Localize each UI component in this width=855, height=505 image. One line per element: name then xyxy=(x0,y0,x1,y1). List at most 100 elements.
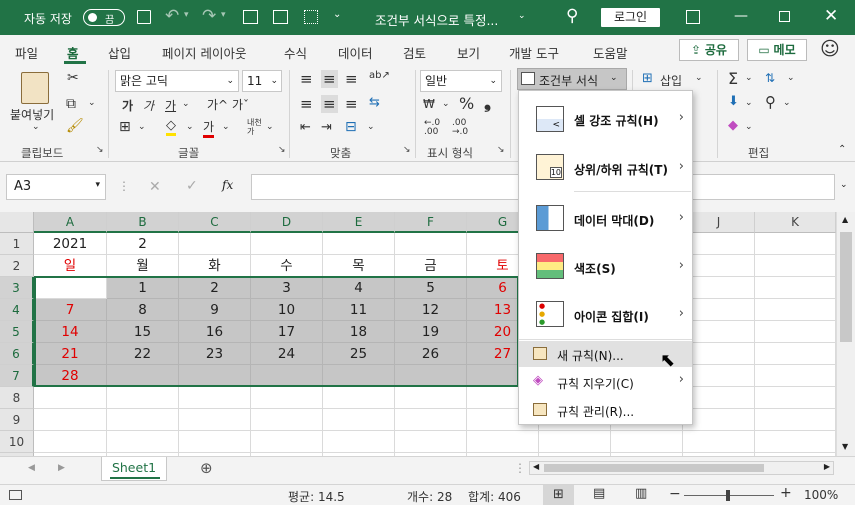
insert-label[interactable]: 삽입 xyxy=(660,72,682,89)
cell[interactable] xyxy=(107,431,179,453)
cell[interactable] xyxy=(179,409,251,431)
cell[interactable] xyxy=(683,277,755,299)
tab-developer[interactable]: 개발 도구 xyxy=(509,43,559,62)
cell[interactable]: 15 xyxy=(107,321,179,343)
tab-insert[interactable]: 삽입 xyxy=(108,43,131,62)
font-name-select[interactable]: 맑은 고딕 ⌄ xyxy=(115,70,239,92)
macro-record-icon[interactable] xyxy=(9,490,22,500)
page-break-view-icon[interactable]: ▥ xyxy=(635,486,647,501)
cell[interactable]: 9 xyxy=(179,299,251,321)
cell[interactable]: 11 xyxy=(323,299,395,321)
row-header-10[interactable]: 10 xyxy=(0,431,34,453)
cell[interactable] xyxy=(179,233,251,255)
cell[interactable] xyxy=(251,387,323,409)
cell[interactable] xyxy=(755,409,836,431)
menu-item-clear-rules[interactable]: ◈ 규칙 지우기(C) › xyxy=(519,369,692,395)
tab-view[interactable]: 보기 xyxy=(457,43,480,62)
cell[interactable]: 2021 xyxy=(34,233,107,255)
cell[interactable] xyxy=(683,299,755,321)
cell[interactable]: 18 xyxy=(323,321,395,343)
cell[interactable] xyxy=(683,387,755,409)
cell[interactable]: 28 xyxy=(34,365,107,387)
cell[interactable] xyxy=(323,387,395,409)
cell[interactable] xyxy=(395,431,467,453)
cell[interactable]: 금 xyxy=(395,255,467,277)
cell[interactable]: 23 xyxy=(179,343,251,365)
insert-cells-icon[interactable]: ⊞ xyxy=(642,71,653,86)
cell[interactable] xyxy=(323,431,395,453)
find-dropdown-icon[interactable]: ⌄ xyxy=(783,98,791,108)
cell[interactable] xyxy=(755,343,836,365)
zoom-slider[interactable] xyxy=(684,490,774,501)
cell[interactable]: 2 xyxy=(107,233,179,255)
align-left-icon[interactable]: ≡ xyxy=(300,95,313,113)
row-header-2[interactable]: 2 xyxy=(0,255,34,277)
cell[interactable] xyxy=(323,365,395,387)
cell[interactable] xyxy=(179,431,251,453)
align-bottom-icon[interactable]: ≡ xyxy=(345,70,358,88)
wrap-text-icon[interactable]: ⇆ xyxy=(369,95,380,110)
merge-dropdown-icon[interactable]: ⌄ xyxy=(367,122,375,132)
row-header-7[interactable]: 7 xyxy=(0,365,34,387)
cell[interactable] xyxy=(755,387,836,409)
cell[interactable]: 5 xyxy=(395,277,467,299)
sort-dropdown-icon[interactable]: ⌄ xyxy=(787,73,795,83)
cell[interactable] xyxy=(251,409,323,431)
cell[interactable] xyxy=(755,277,836,299)
dialog-launcher-icon[interactable]: ↘ xyxy=(96,145,104,155)
form-icon[interactable] xyxy=(243,10,258,24)
row-header-9[interactable]: 9 xyxy=(0,409,34,431)
align-right-icon[interactable]: ≡ xyxy=(345,95,358,113)
cell[interactable] xyxy=(251,431,323,453)
paste-label[interactable]: 붙여넣기 xyxy=(10,106,54,123)
column-header-d[interactable]: D xyxy=(251,212,323,233)
share-button[interactable]: ⇪ 공유 xyxy=(679,39,739,61)
cell[interactable] xyxy=(683,365,755,387)
qat-customize-icon[interactable]: ⌄ xyxy=(333,9,341,20)
tab-home[interactable]: 홈 xyxy=(67,43,79,62)
cell[interactable] xyxy=(683,343,755,365)
cell[interactable]: 14 xyxy=(34,321,107,343)
cell[interactable] xyxy=(611,431,683,453)
menu-item-data-bars[interactable]: 데이터 막대(D) › xyxy=(519,199,692,239)
font-color-icon[interactable]: 가 xyxy=(203,118,215,138)
login-button[interactable]: 로그인 xyxy=(601,8,660,27)
column-header-k[interactable]: K xyxy=(755,212,836,233)
cell[interactable]: 26 xyxy=(395,343,467,365)
tab-page-layout[interactable]: 페이지 레이아웃 xyxy=(162,43,246,62)
menu-item-manage-rules[interactable]: 규칙 관리(R)... xyxy=(519,397,692,423)
font-size-select[interactable]: 11 ⌄ xyxy=(242,70,282,92)
cell[interactable] xyxy=(107,409,179,431)
scroll-down-icon[interactable]: ▼ xyxy=(842,442,848,451)
redo-dropdown-icon[interactable]: ▾ xyxy=(221,10,226,20)
redo-icon[interactable]: ↷ xyxy=(202,6,216,26)
accounting-dropdown-icon[interactable]: ⌄ xyxy=(442,99,450,109)
phonetic-icon[interactable]: 내천 가 xyxy=(247,118,262,136)
cell[interactable]: 10 xyxy=(251,299,323,321)
cell[interactable] xyxy=(34,431,107,453)
copy-dropdown-icon[interactable]: ⌄ xyxy=(88,98,96,108)
underline-dropdown-icon[interactable]: ⌄ xyxy=(182,99,190,109)
cell[interactable]: 22 xyxy=(107,343,179,365)
memo-button[interactable]: ▭ 메모 xyxy=(747,39,807,61)
cell[interactable] xyxy=(251,365,323,387)
menu-item-top-bottom-rules[interactable]: 10 상위/하위 규칙(T) › xyxy=(519,149,692,189)
cell[interactable]: 4 xyxy=(323,277,395,299)
cell[interactable]: 17 xyxy=(251,321,323,343)
fill-dropdown-icon[interactable]: ⌄ xyxy=(745,98,753,108)
expand-formula-icon[interactable]: ⌄ xyxy=(840,180,848,190)
cell[interactable] xyxy=(323,409,395,431)
title-dropdown-icon[interactable]: ⌄ xyxy=(518,11,526,21)
tab-formulas[interactable]: 수식 xyxy=(284,43,307,62)
border-icon[interactable]: ⊞ xyxy=(119,119,131,135)
menu-item-highlight-rules[interactable]: < 셀 강조 규칙(H) › xyxy=(519,99,692,139)
cell[interactable] xyxy=(179,365,251,387)
cell[interactable] xyxy=(683,409,755,431)
autosum-icon[interactable]: Σ xyxy=(728,69,738,88)
cell[interactable]: 21 xyxy=(34,343,107,365)
h-scroll-thumb[interactable] xyxy=(544,464,764,472)
number-format-select[interactable]: 일반 ⌄ xyxy=(420,70,502,92)
cell[interactable]: 화 xyxy=(179,255,251,277)
cell[interactable]: 목 xyxy=(323,255,395,277)
paste-icon[interactable] xyxy=(21,72,49,104)
